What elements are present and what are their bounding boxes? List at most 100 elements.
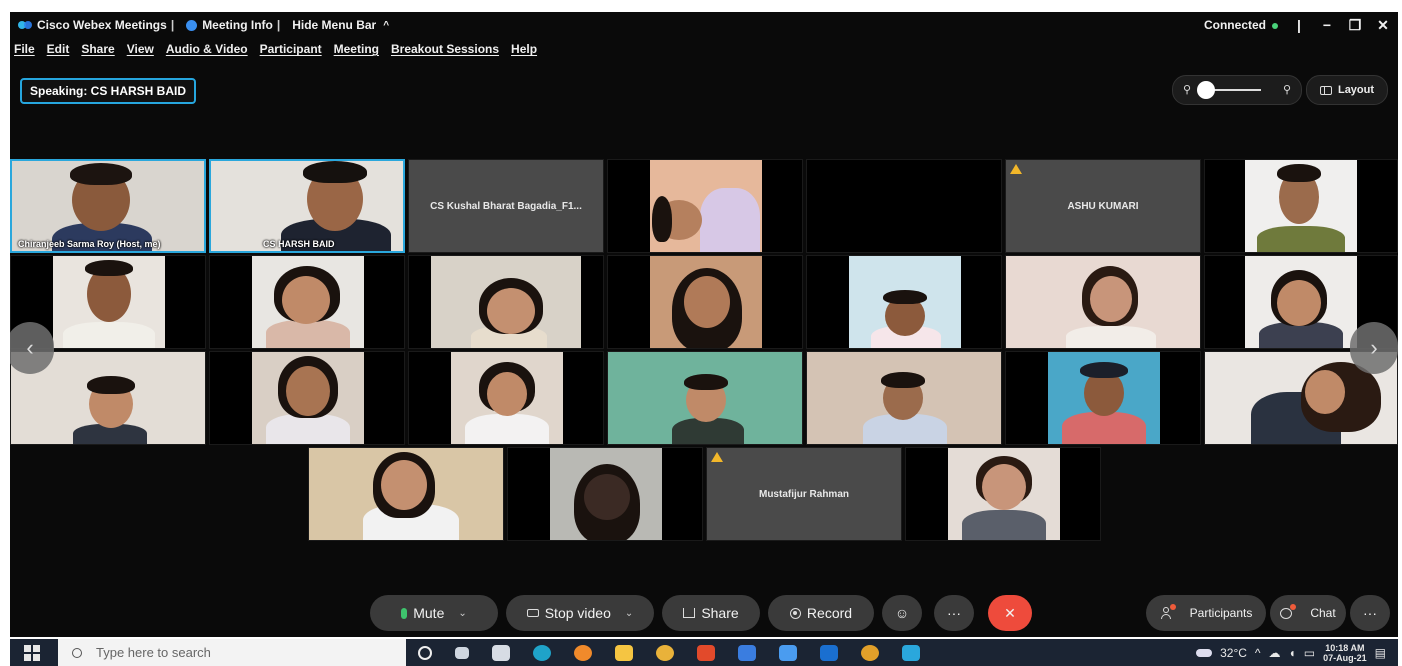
participant-video bbox=[211, 161, 403, 251]
video-tile[interactable] bbox=[607, 159, 803, 253]
volume-icon[interactable]: ◖ bbox=[1289, 646, 1296, 660]
video-tile[interactable] bbox=[507, 447, 703, 541]
zoom-slider[interactable]: ⚲ ⚲ bbox=[1172, 75, 1302, 105]
menu-file[interactable]: File bbox=[14, 42, 35, 64]
zoom-in-icon[interactable]: ⚲ bbox=[1283, 83, 1291, 96]
share-button[interactable]: Share bbox=[662, 595, 760, 631]
battery-icon[interactable]: ▭ bbox=[1304, 646, 1315, 660]
participants-label: Participants bbox=[1189, 606, 1253, 620]
zoom-out-icon[interactable]: ⚲ bbox=[1183, 83, 1191, 96]
participant-video bbox=[849, 256, 961, 348]
video-tile[interactable] bbox=[209, 351, 405, 445]
stop-video-button[interactable]: Stop video ⌄ bbox=[506, 595, 654, 631]
video-tile[interactable] bbox=[806, 255, 1002, 349]
participant-video bbox=[650, 256, 762, 348]
video-tile[interactable] bbox=[408, 351, 604, 445]
notification-icon[interactable]: ▤ bbox=[1375, 646, 1386, 660]
video-tile[interactable] bbox=[607, 255, 803, 349]
meeting-info-label: Meeting Info bbox=[202, 18, 273, 32]
video-tile[interactable]: CS HARSH BAID bbox=[209, 159, 405, 253]
video-tile[interactable] bbox=[806, 351, 1002, 445]
video-tile[interactable] bbox=[607, 351, 803, 445]
layout-button[interactable]: Layout bbox=[1306, 75, 1388, 105]
chevron-down-icon[interactable]: ⌄ bbox=[625, 608, 633, 619]
menu-share[interactable]: Share bbox=[81, 42, 114, 64]
participant-video bbox=[650, 160, 762, 252]
minimize-button[interactable]: − bbox=[1320, 17, 1334, 33]
video-tile[interactable] bbox=[209, 255, 405, 349]
chevron-up-icon[interactable]: ^ bbox=[1255, 646, 1261, 660]
menu-meeting[interactable]: Meeting bbox=[334, 42, 379, 64]
video-tile[interactable] bbox=[905, 447, 1101, 541]
video-tile[interactable]: CS Kushal Bharat Bagadia_F1... bbox=[408, 159, 604, 253]
participants-button[interactable]: Participants bbox=[1146, 595, 1266, 631]
zoom-track[interactable] bbox=[1211, 89, 1261, 91]
participant-video bbox=[309, 448, 503, 540]
reactions-button[interactable]: ☺ bbox=[882, 595, 922, 631]
taskbar-search-input[interactable]: Type here to search bbox=[58, 639, 406, 666]
chevron-down-icon[interactable]: ⌄ bbox=[458, 608, 466, 619]
video-tile[interactable]: ASHU KUMARI bbox=[1005, 159, 1201, 253]
task-view-icon[interactable] bbox=[455, 646, 469, 659]
store-icon[interactable] bbox=[492, 644, 510, 661]
mute-button[interactable]: Mute ⌄ bbox=[370, 595, 498, 631]
close-window-button[interactable]: ✕ bbox=[1376, 17, 1390, 34]
participant-video bbox=[252, 352, 364, 444]
firefox-icon[interactable] bbox=[574, 644, 592, 661]
menu-participant[interactable]: Participant bbox=[260, 42, 322, 64]
title-bar: Cisco Webex Meetings | Meeting Info | Hi… bbox=[10, 12, 1398, 38]
menu-help[interactable]: Help bbox=[511, 42, 537, 64]
video-tile[interactable]: Mustafijur Rahman bbox=[706, 447, 902, 541]
record-label: Record bbox=[806, 605, 853, 621]
video-tile[interactable]: Chiranjeeb Sarma Roy (Host, me) bbox=[10, 159, 206, 253]
previous-page-button[interactable]: ‹ bbox=[10, 322, 54, 374]
video-tile[interactable] bbox=[806, 159, 1002, 253]
outlook-icon[interactable] bbox=[820, 644, 838, 661]
restore-button[interactable]: ❐ bbox=[1348, 17, 1362, 34]
notification-dot-icon bbox=[1290, 604, 1297, 610]
app-icon[interactable] bbox=[738, 644, 756, 661]
menu-breakout-sessions[interactable]: Breakout Sessions bbox=[391, 42, 499, 64]
menu-edit[interactable]: Edit bbox=[47, 42, 70, 64]
more-options-button[interactable]: ··· bbox=[934, 595, 974, 631]
more-icon: ··· bbox=[947, 605, 961, 621]
taskbar-apps bbox=[418, 639, 920, 666]
chrome-icon[interactable] bbox=[656, 644, 674, 661]
menu-view[interactable]: View bbox=[127, 42, 154, 64]
hide-menu-bar-button[interactable]: Hide Menu Bar ^ bbox=[292, 18, 389, 32]
caret-up-icon: ^ bbox=[383, 19, 390, 31]
record-button[interactable]: Record bbox=[768, 595, 874, 631]
zoom-knob[interactable] bbox=[1197, 81, 1215, 99]
participant-video bbox=[12, 161, 204, 251]
edge-icon[interactable] bbox=[533, 644, 551, 661]
webex-logo-icon bbox=[18, 20, 32, 30]
video-tile[interactable] bbox=[1204, 159, 1398, 253]
taskbar-clock[interactable]: 10:18 AM 07-Aug-21 bbox=[1323, 643, 1367, 663]
panel-more-button[interactable]: ··· bbox=[1350, 595, 1390, 631]
chrome-icon[interactable] bbox=[861, 644, 879, 661]
chat-button[interactable]: Chat bbox=[1270, 595, 1346, 631]
chevron-right-icon: › bbox=[1370, 335, 1378, 360]
video-tile[interactable] bbox=[1005, 351, 1201, 445]
webex-taskbar-icon[interactable] bbox=[902, 644, 920, 661]
video-tile[interactable] bbox=[1005, 255, 1201, 349]
cortana-icon[interactable] bbox=[418, 645, 432, 660]
participant-video bbox=[53, 256, 165, 348]
video-tile[interactable] bbox=[308, 447, 504, 541]
app-title: Cisco Webex Meetings bbox=[18, 18, 167, 32]
app-icon[interactable] bbox=[779, 644, 797, 661]
network-icon[interactable]: ☁ bbox=[1269, 646, 1281, 660]
end-meeting-button[interactable]: ✕ bbox=[988, 595, 1032, 631]
participant-video bbox=[252, 256, 364, 348]
info-icon bbox=[186, 19, 198, 31]
menu-audio-video[interactable]: Audio & Video bbox=[166, 42, 248, 64]
participant-name-label: Chiranjeeb Sarma Roy (Host, me) bbox=[18, 239, 161, 249]
video-tile[interactable] bbox=[408, 255, 604, 349]
office-icon[interactable] bbox=[697, 644, 715, 661]
meeting-info-button[interactable]: Meeting Info bbox=[186, 18, 273, 32]
record-icon bbox=[789, 607, 801, 619]
next-page-button[interactable]: › bbox=[1350, 322, 1398, 374]
file-explorer-icon[interactable] bbox=[615, 644, 633, 661]
windows-start-icon[interactable] bbox=[24, 644, 40, 661]
participant-video bbox=[1245, 160, 1357, 252]
